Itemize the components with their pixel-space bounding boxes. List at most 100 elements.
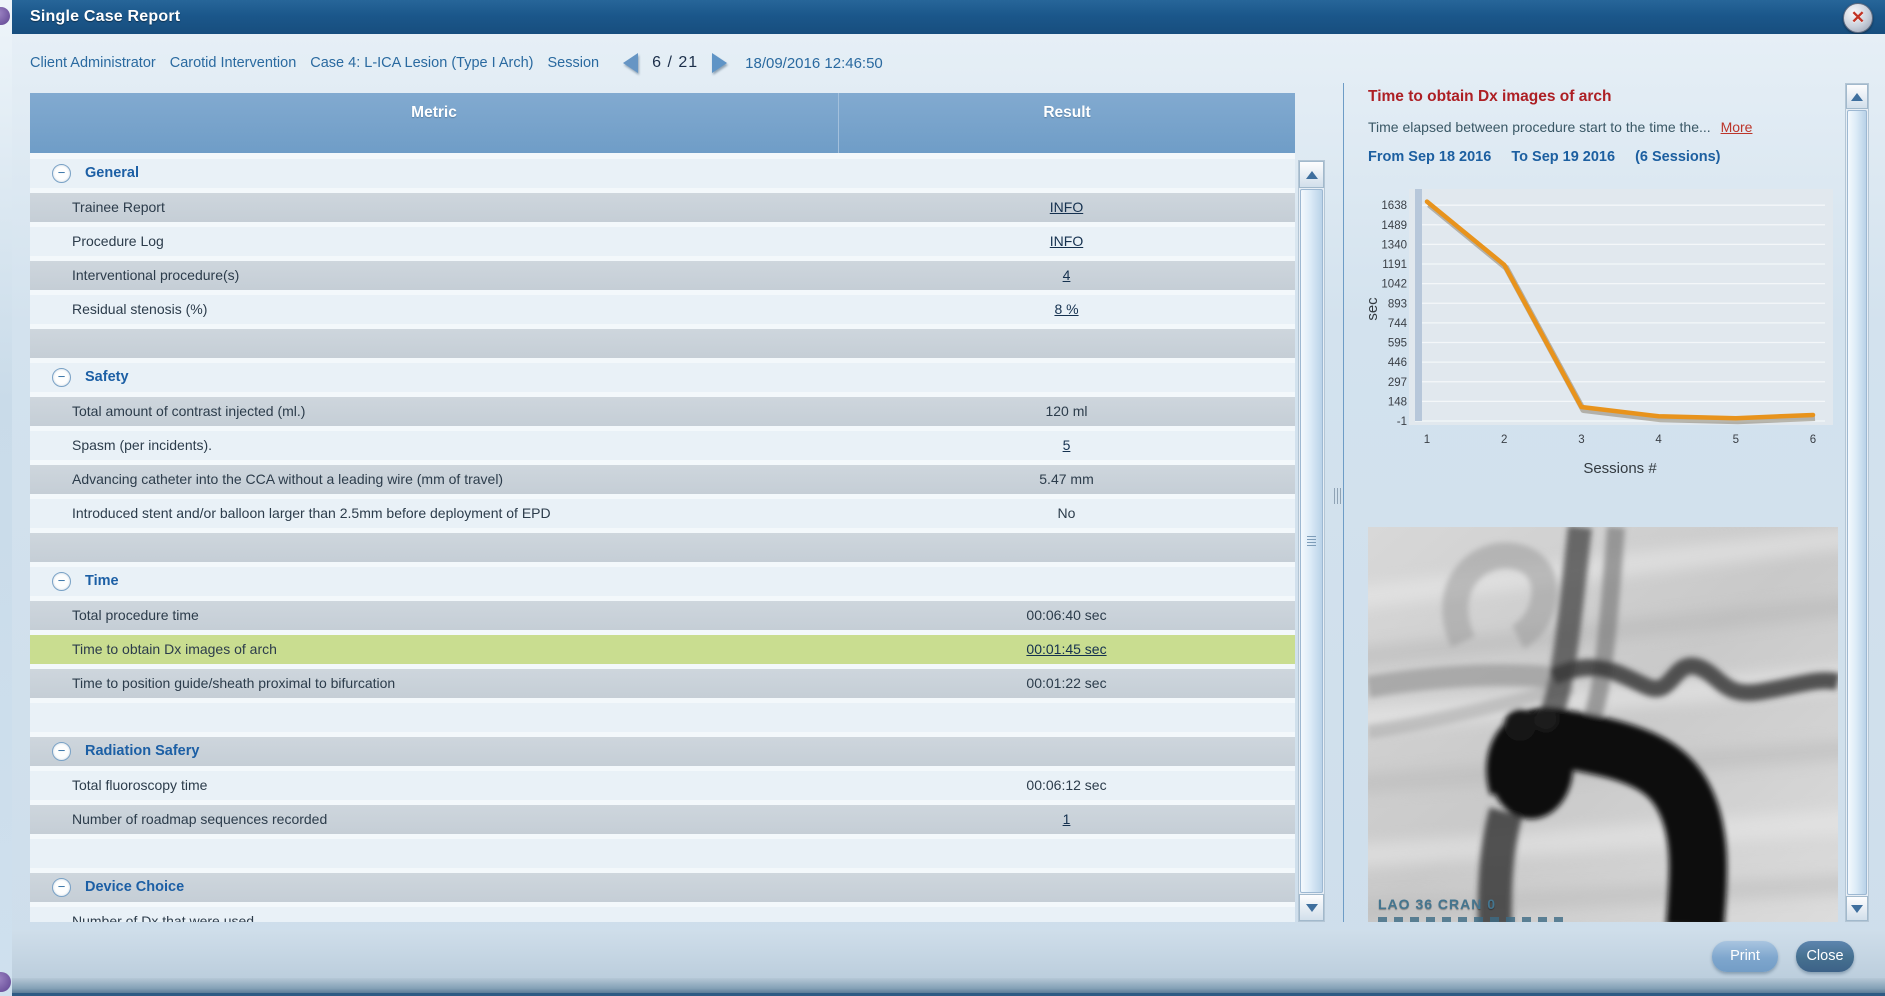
panel-scroll-down-icon[interactable] (1846, 896, 1868, 921)
collapse-icon[interactable]: − (52, 742, 71, 761)
table-row: Time to position guide/sheath proximal t… (30, 669, 1295, 698)
svg-text:893: 893 (1388, 298, 1407, 310)
metric-table: Metric Result − General Trainee Report I… (30, 93, 1295, 922)
single-case-report-window: Single Case Report ✕ Client Administrato… (0, 0, 1885, 996)
svg-text:4: 4 (1655, 434, 1662, 446)
result-value: 5.47 mm (1039, 471, 1093, 487)
metric-label: Advancing catheter into the CCA without … (30, 465, 838, 494)
splitter-grip-icon[interactable] (1334, 488, 1342, 504)
svg-text:1: 1 (1424, 434, 1430, 446)
spacer-row (30, 533, 1295, 562)
xray-caption: LAO 36 CRAN 0 (1378, 896, 1496, 912)
svg-text:148: 148 (1388, 396, 1407, 408)
scroll-down-icon[interactable] (1299, 894, 1324, 921)
metric-label: Residual stenosis (%) (30, 295, 838, 324)
section-header-row[interactable]: − General (30, 159, 1295, 188)
section-title: Safety (85, 363, 129, 392)
svg-text:1489: 1489 (1381, 220, 1407, 232)
table-row: Number of Dx that were used (30, 907, 1295, 922)
result-link[interactable]: INFO (1050, 233, 1083, 249)
svg-text:1191: 1191 (1382, 259, 1407, 271)
section-title: Device Choice (85, 873, 184, 902)
close-button[interactable]: Close (1796, 941, 1854, 972)
xray-angiogram-image: LAO 36 CRAN 0 (1368, 527, 1838, 922)
section-header-row[interactable]: − Time (30, 567, 1295, 596)
collapse-icon[interactable]: − (52, 572, 71, 591)
table-row: Spasm (per incidents). 5 (30, 431, 1295, 460)
sessions-line-chart: 16381489134011911042893744595446297148-1… (1363, 183, 1838, 505)
svg-text:sec: sec (1364, 297, 1381, 321)
session-page-count: 6 / 21 (652, 54, 698, 72)
metric-label: Time to position guide/sheath proximal t… (30, 669, 838, 698)
spacer-row (30, 329, 1295, 358)
detail-description: Time elapsed between procedure start to … (1368, 119, 1838, 135)
table-row: Total amount of contrast injected (ml.) … (30, 397, 1295, 426)
svg-text:1340: 1340 (1381, 239, 1407, 251)
result-link[interactable]: INFO (1050, 199, 1083, 215)
chart-canvas: 16381489134011911042893744595446297148-1… (1363, 183, 1838, 505)
result-link[interactable]: 4 (1063, 267, 1071, 283)
spacer-row (30, 703, 1295, 732)
panel-scrollbar-thumb[interactable] (1847, 110, 1867, 895)
background-app-icon (0, 7, 10, 25)
table-row: Total procedure time 00:06:40 sec (30, 601, 1295, 630)
result-value: 120 ml (1045, 403, 1087, 419)
section-header-row[interactable]: − Device Choice (30, 873, 1295, 902)
panel-scrollbar[interactable] (1845, 83, 1869, 922)
angiogram-art (1368, 527, 1838, 922)
svg-text:5: 5 (1733, 434, 1739, 446)
previous-session-icon[interactable] (623, 53, 638, 73)
collapse-icon[interactable]: − (52, 164, 71, 183)
result-link[interactable]: 00:01:45 sec (1026, 641, 1106, 657)
result-link[interactable]: 5 (1063, 437, 1071, 453)
svg-text:595: 595 (1388, 338, 1407, 350)
table-row[interactable]: Time to obtain Dx images of arch 00:01:4… (30, 635, 1295, 664)
section-title: Time (85, 567, 119, 596)
section-header-row[interactable]: − Radiation Safery (30, 737, 1295, 766)
table-row: Procedure Log INFO (30, 227, 1295, 256)
svg-text:1638: 1638 (1381, 200, 1407, 212)
table-row: Introduced stent and/or balloon larger t… (30, 499, 1295, 528)
table-scrollbar[interactable] (1298, 160, 1325, 922)
dialog-titlebar: Single Case Report (12, 0, 1885, 34)
panel-splitter (1343, 83, 1344, 922)
svg-text:2: 2 (1501, 434, 1507, 446)
svg-text:297: 297 (1388, 377, 1407, 389)
close-icon[interactable]: ✕ (1843, 3, 1873, 33)
more-link[interactable]: More (1721, 119, 1753, 135)
metric-label: Total fluoroscopy time (30, 771, 838, 800)
section-header-row[interactable]: − Safety (30, 363, 1295, 392)
breadcrumb: Client Administrator Carotid Interventio… (30, 50, 883, 76)
result-link[interactable]: 8 % (1054, 301, 1078, 317)
breadcrumb-case[interactable]: Case 4: L-ICA Lesion (Type I Arch) (310, 55, 533, 71)
table-row: Interventional procedure(s) 4 (30, 261, 1295, 290)
print-button[interactable]: Print (1712, 941, 1778, 972)
collapse-icon[interactable]: − (52, 878, 71, 897)
dialog-title: Single Case Report (30, 0, 180, 34)
metric-label: Number of Dx that were used (30, 907, 838, 922)
next-session-icon[interactable] (712, 53, 727, 73)
session-timestamp: 18/09/2016 12:46:50 (745, 55, 883, 72)
breadcrumb-session[interactable]: Session (548, 55, 600, 71)
result-value: 00:01:22 sec (1026, 675, 1106, 691)
svg-text:Sessions #: Sessions # (1583, 460, 1657, 477)
metric-label: Trainee Report (30, 193, 838, 222)
table-scrollbar-thumb[interactable] (1300, 189, 1323, 893)
detail-date-range: From Sep 18 2016 To Sep 19 2016 (6 Sessi… (1368, 149, 1838, 165)
detail-description-text: Time elapsed between procedure start to … (1368, 119, 1711, 135)
svg-text:1042: 1042 (1381, 279, 1407, 291)
breadcrumb-client[interactable]: Client Administrator (30, 55, 156, 71)
detail-panel-title: Time to obtain Dx images of arch (1368, 88, 1828, 106)
metric-label: Total procedure time (30, 601, 838, 630)
table-row: Trainee Report INFO (30, 193, 1295, 222)
metric-label: Number of roadmap sequences recorded (30, 805, 838, 834)
svg-text:6: 6 (1810, 434, 1816, 446)
breadcrumb-module[interactable]: Carotid Intervention (170, 55, 297, 71)
panel-scroll-up-icon[interactable] (1846, 84, 1868, 109)
window-bottom-edge (12, 978, 1885, 996)
result-value: No (1058, 505, 1076, 521)
collapse-icon[interactable]: − (52, 368, 71, 387)
scroll-up-icon[interactable] (1299, 161, 1324, 188)
result-link[interactable]: 1 (1063, 811, 1071, 827)
metric-label: Time to obtain Dx images of arch (30, 635, 838, 664)
